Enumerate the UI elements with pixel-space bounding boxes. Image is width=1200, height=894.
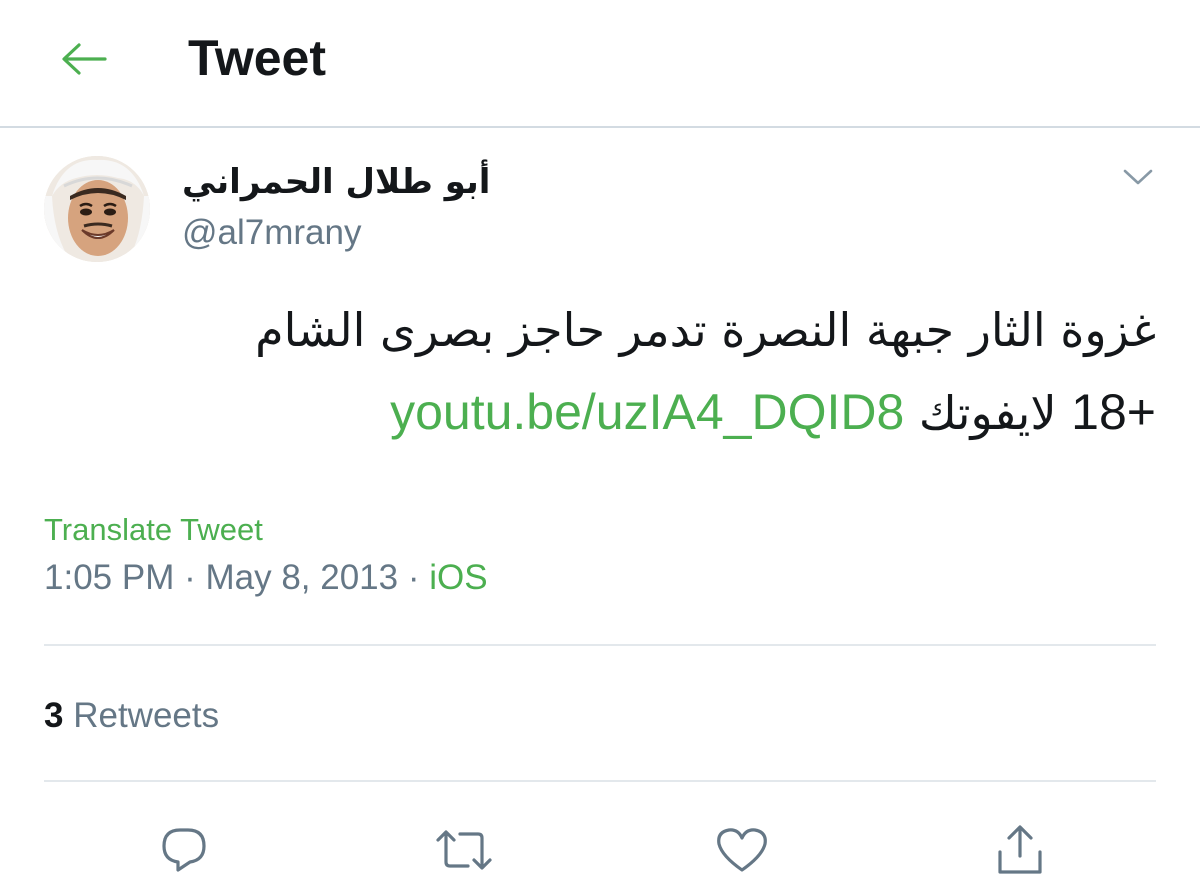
more-options-button[interactable] — [1118, 160, 1158, 194]
tweet-time: 1:05 PM — [44, 558, 175, 597]
retweet-count: 3 — [44, 696, 64, 735]
tweet-meta: 1:05 PM · May 8, 2013 · iOS — [44, 556, 488, 600]
age-rating-text: 18+ — [1071, 384, 1156, 440]
tweet-date: May 8, 2013 — [205, 558, 399, 597]
share-button[interactable] — [990, 820, 1050, 880]
retweet-button[interactable] — [434, 820, 494, 880]
avatar-photo — [44, 156, 150, 262]
chevron-down-icon — [1123, 169, 1153, 185]
heart-icon — [717, 828, 767, 872]
author-handle[interactable]: @al7mrany — [182, 212, 361, 254]
top-bar: Tweet — [0, 0, 1200, 128]
avatar[interactable] — [44, 156, 150, 262]
translate-tweet-link[interactable]: Translate Tweet — [44, 510, 263, 550]
retweet-label: Retweets — [73, 696, 220, 735]
retweet-icon — [436, 830, 492, 870]
youtube-link[interactable]: youtu.be/uzIA4_DQID8 — [390, 384, 904, 440]
arrow-left-icon — [62, 43, 107, 75]
reply-icon — [162, 828, 206, 872]
share-icon — [998, 825, 1042, 874]
meta-separator: · — [184, 558, 196, 597]
page-title: Tweet — [188, 30, 326, 86]
dont-miss-text: لايفوتك — [918, 386, 1057, 440]
meta-separator: · — [407, 558, 420, 597]
author-display-name[interactable]: أبو طلال الحمراني — [182, 162, 490, 202]
tweet-source-link[interactable]: iOS — [429, 558, 487, 597]
reply-button[interactable] — [154, 820, 214, 880]
like-button[interactable] — [712, 820, 772, 880]
tweet-text-line-1: غزوة الثار جبهة النصرة تدمر حاجز بصرى ال… — [255, 303, 1156, 357]
tweet-text: غزوة الثار جبهة النصرة تدمر حاجز بصرى ال… — [44, 300, 1156, 443]
retweets-stat[interactable]: 3 Retweets — [44, 694, 219, 738]
divider — [44, 644, 1156, 646]
divider — [44, 780, 1156, 782]
back-button[interactable] — [58, 36, 110, 82]
tweet-text-line-2: 18+ لايفوتك youtu.be/uzIA4_DQID8 — [44, 382, 1156, 443]
